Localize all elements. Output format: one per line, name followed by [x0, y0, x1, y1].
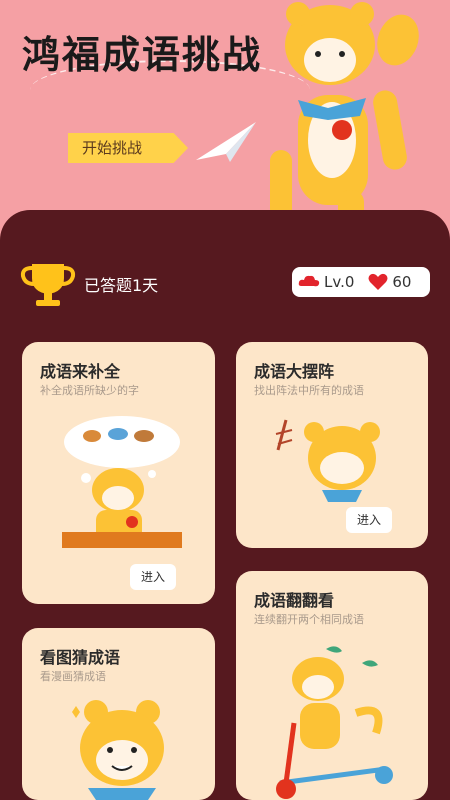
grinning-tiger-illustration: [72, 700, 164, 800]
hero-banner: 鸿福成语挑战 开始挑战: [0, 0, 450, 240]
trophy-icon: [20, 264, 76, 306]
enter-button[interactable]: 进入: [346, 507, 392, 533]
card-subtitle: 找出阵法中所有的成语: [254, 384, 364, 397]
page-title: 鸿福成语挑战: [22, 32, 263, 77]
scooter-tiger-illustration: [276, 646, 393, 799]
card-subtitle: 看漫画猜成语: [40, 670, 106, 683]
card-subtitle: 连续翻开两个相同成语: [254, 613, 364, 626]
card-title: 成语翻翻看: [254, 591, 335, 610]
card-title: 看图猜成语: [40, 648, 121, 667]
hearts-count: 60: [392, 273, 412, 291]
heart-icon: [368, 273, 388, 290]
card-picture-guess[interactable]: 看图猜成语 看漫画猜成语: [22, 628, 215, 800]
card-subtitle: 补全成语所缺少的字: [40, 384, 139, 397]
card-idiom-fill[interactable]: 成语来补全 补全成语所缺少的字 进入: [22, 342, 215, 604]
card-idiom-flip[interactable]: 成语翻翻看 连续翻开两个相同成语: [236, 571, 428, 800]
tiger-mascot-illustration: [270, 2, 419, 235]
card-title: 成语来补全: [40, 362, 121, 381]
days-answered-label: 已答题1天: [84, 276, 159, 295]
stats-bar: Lv.0 60: [292, 267, 430, 297]
enter-button[interactable]: 进入: [130, 564, 176, 590]
card-idiom-array[interactable]: 成语大摆阵 找出阵法中所有的成语 进入: [236, 342, 428, 548]
card-title: 成语大摆阵: [254, 362, 335, 381]
cloud-badge-icon: [298, 275, 320, 287]
thinking-tiger-illustration: [62, 416, 182, 548]
tiger-with-arrow-illustration: [275, 419, 380, 502]
paper-plane-icon: [196, 122, 256, 162]
level-value: Lv.0: [324, 273, 355, 291]
start-challenge-button[interactable]: 开始挑战: [68, 133, 188, 163]
